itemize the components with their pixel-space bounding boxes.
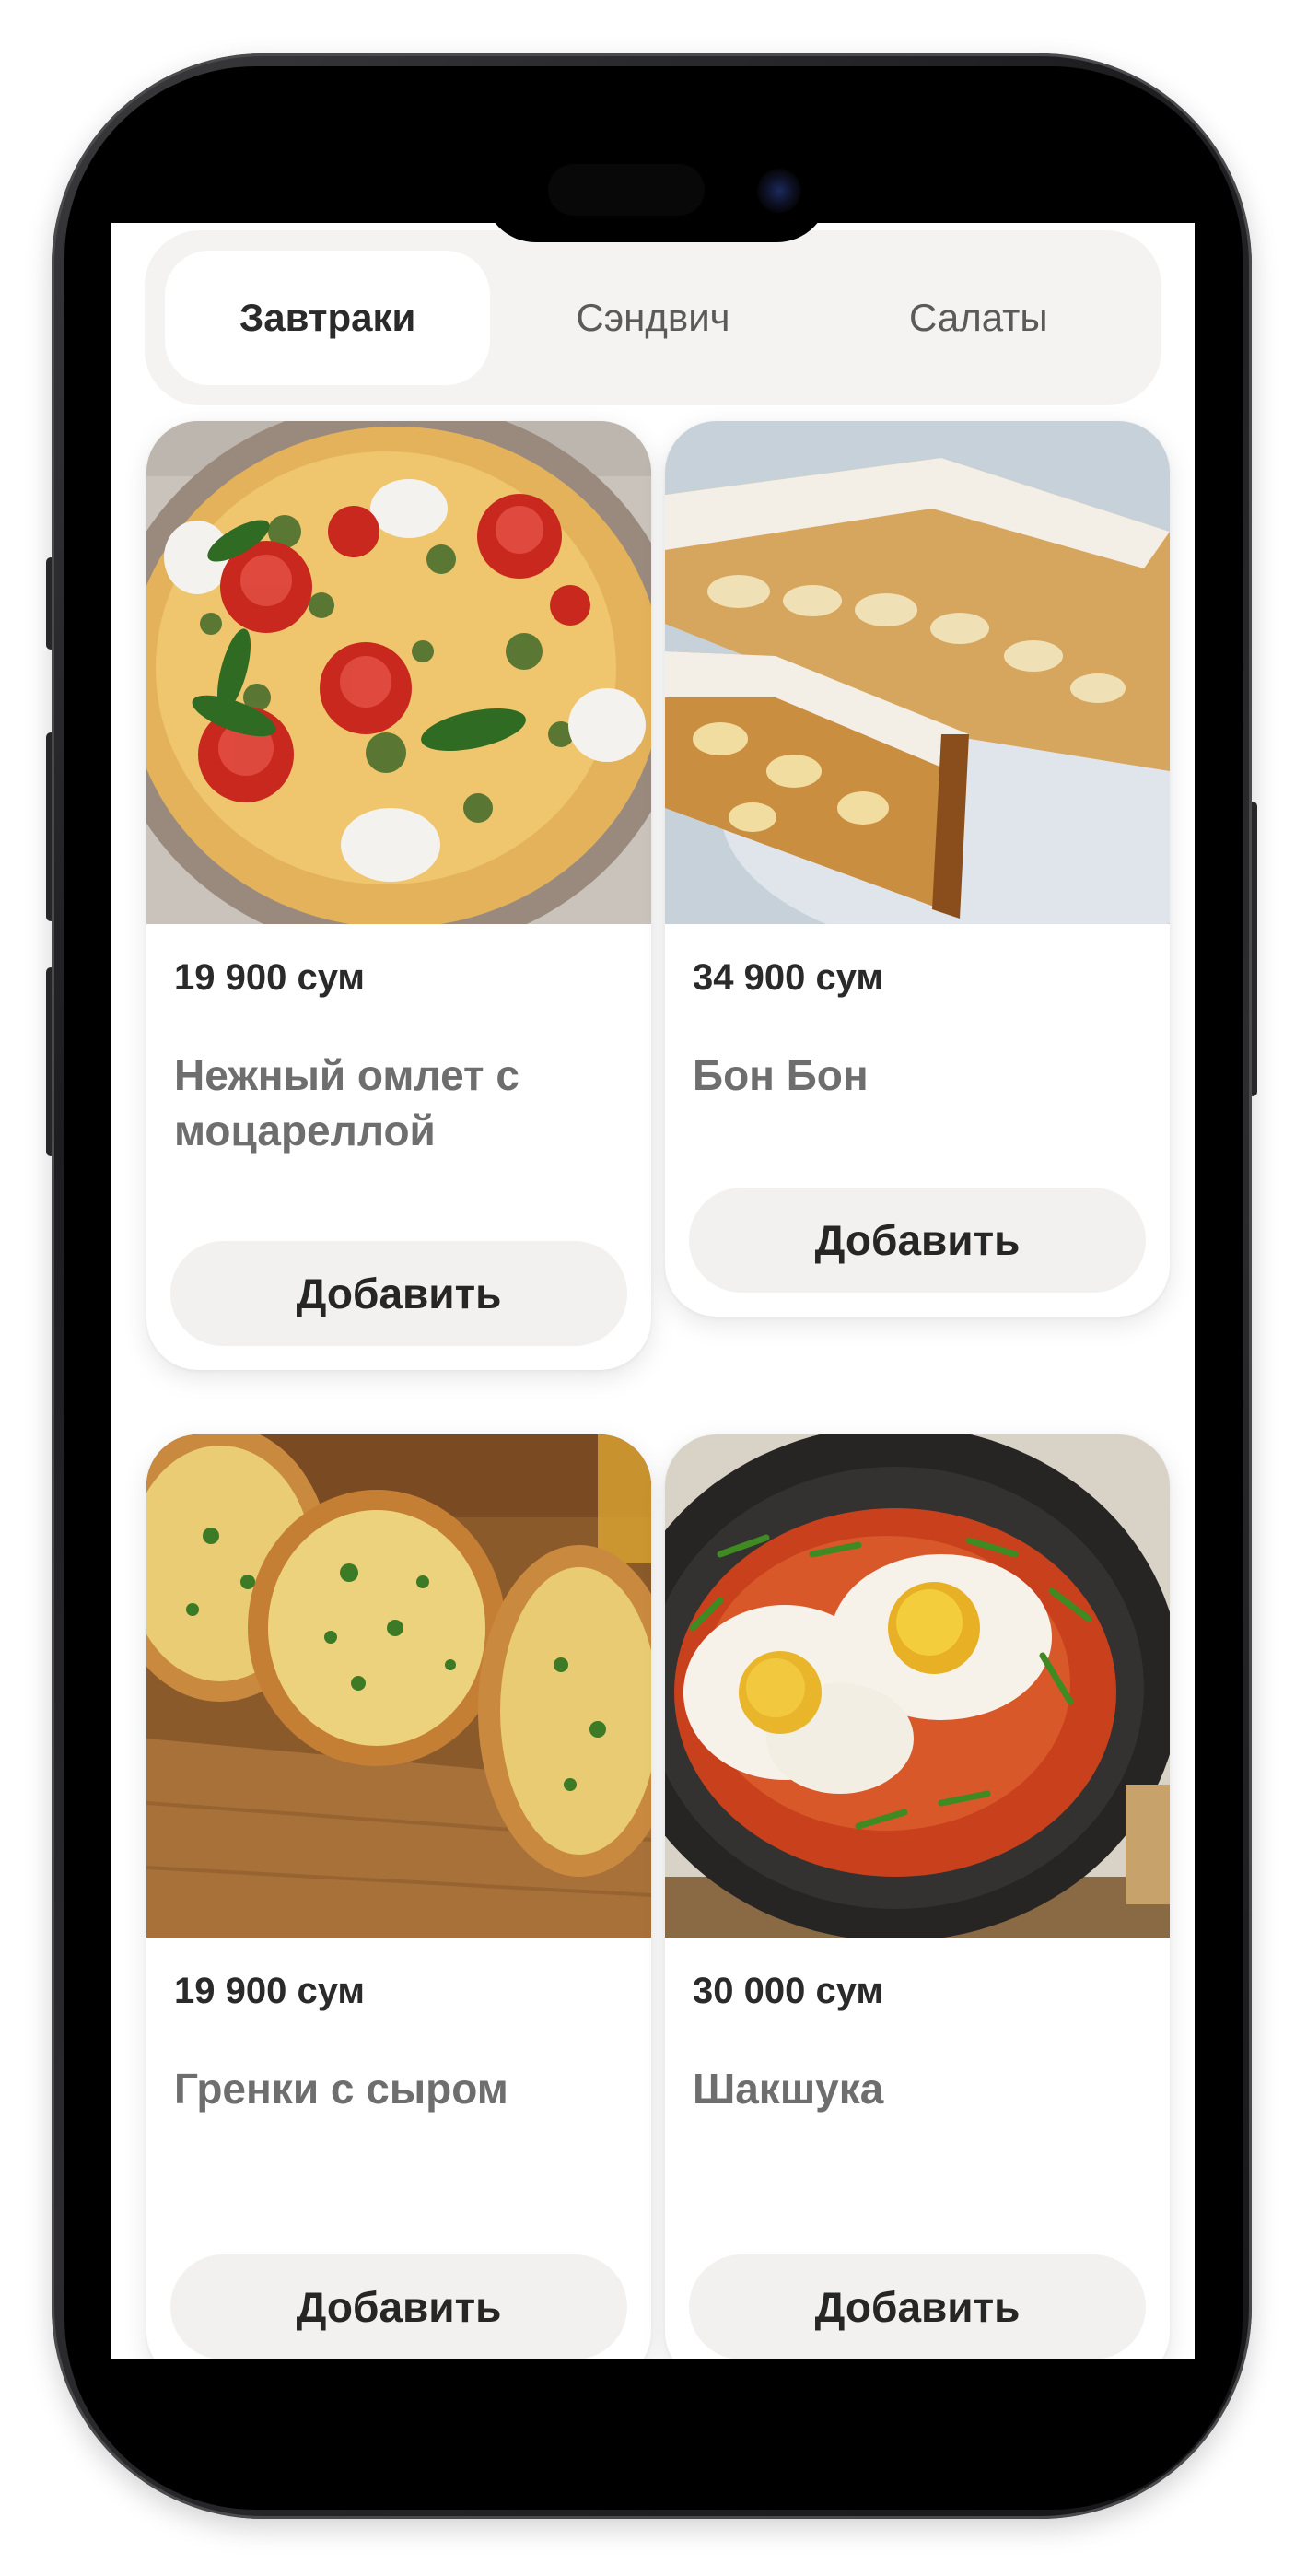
camera-icon — [757, 169, 801, 213]
tab-salads[interactable]: Салаты — [816, 251, 1141, 385]
product-price: 19 900 сум — [174, 957, 366, 998]
bon-bon-pastry-photo — [665, 421, 1170, 924]
cheese-toast-photo — [146, 1434, 651, 1938]
product-price: 19 900 сум — [174, 1971, 366, 2011]
dynamic-island — [484, 138, 829, 242]
omelette-with-mozzarella-photo — [146, 421, 651, 924]
product-card[interactable]: 19 900 сум Нежный омлет с моцареллой Доб… — [146, 421, 651, 1370]
tab-sandwich[interactable]: Сэндвич — [490, 251, 815, 385]
shakshuka-photo — [665, 1434, 1170, 1938]
product-title: Гренки с сыром — [174, 2065, 508, 2113]
product-card[interactable]: 30 000 сум Шакшука Добавить — [665, 1434, 1170, 2359]
page: Завтраки Сэндвич Салаты 19 900 сум Нежны… — [0, 0, 1307, 2576]
app-screen: Завтраки Сэндвич Салаты 19 900 сум Нежны… — [111, 223, 1195, 2359]
product-title: Нежный омлет с моцареллой — [174, 1051, 519, 1154]
product-card[interactable]: 34 900 сум Бон Бон Добавить — [665, 421, 1170, 1317]
add-to-cart-button[interactable]: Добавить — [689, 2254, 1146, 2359]
product-title: Бон Бон — [693, 1051, 869, 1099]
product-title: Шакшука — [693, 2065, 884, 2113]
add-to-cart-button[interactable]: Добавить — [689, 1188, 1146, 1293]
add-to-cart-button[interactable]: Добавить — [170, 1241, 627, 1346]
product-card[interactable]: 19 900 сум Гренки с сыром Добавить — [146, 1434, 651, 2359]
product-price: 30 000 сум — [693, 1971, 884, 2011]
tab-breakfast[interactable]: Завтраки — [165, 251, 491, 385]
sensor-icon — [548, 164, 705, 216]
category-tabs: Завтраки Сэндвич Салаты — [145, 230, 1161, 405]
product-price: 34 900 сум — [693, 957, 884, 998]
add-to-cart-button[interactable]: Добавить — [170, 2254, 627, 2359]
